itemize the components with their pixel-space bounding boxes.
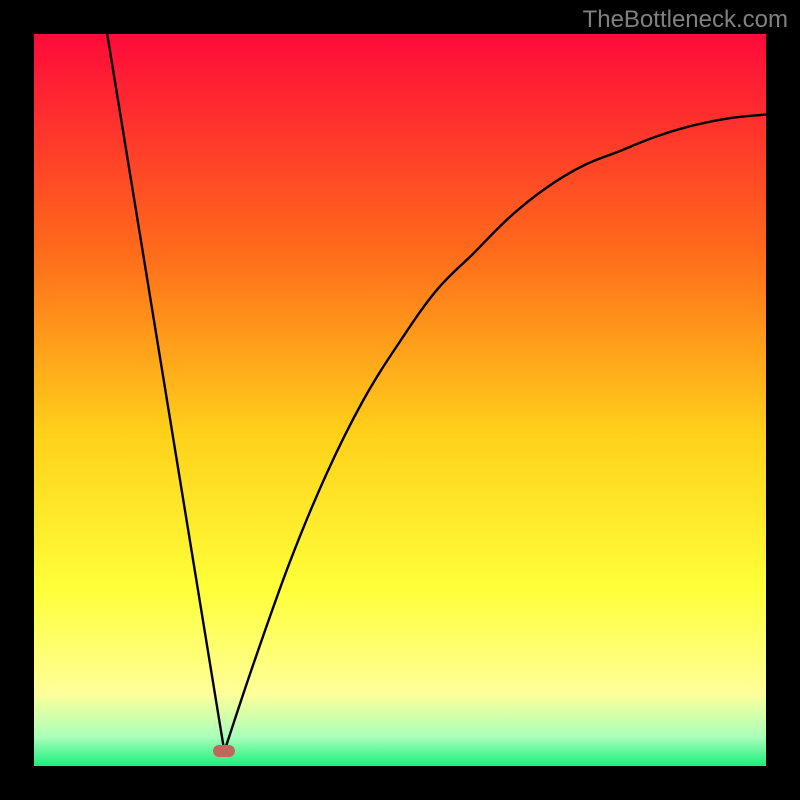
plot-area [34, 34, 766, 766]
watermark-label: TheBottleneck.com [583, 6, 788, 34]
gradient-background [34, 34, 766, 766]
chart-frame [34, 34, 766, 766]
plot-svg [34, 34, 766, 766]
minimum-marker [213, 745, 235, 757]
